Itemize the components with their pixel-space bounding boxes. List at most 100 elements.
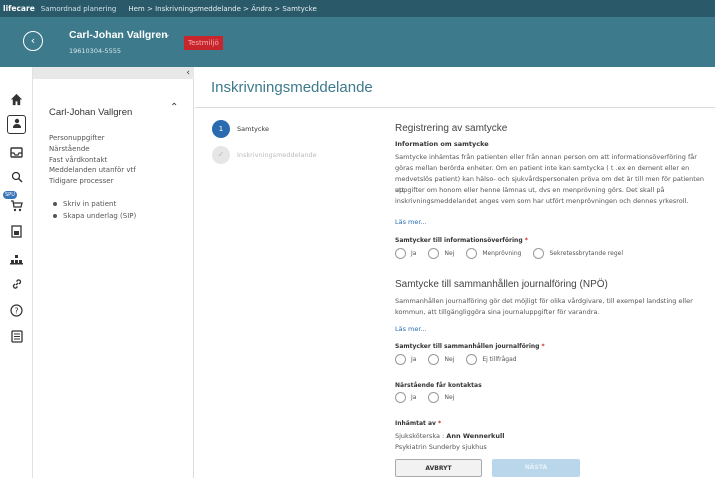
radio-nej[interactable]: Nej (428, 392, 454, 403)
required-mark: * (541, 343, 545, 350)
patient-menu: Personuppgifter Närstående Fast vårdkont… (49, 134, 136, 188)
title-divider (195, 107, 715, 108)
radio-circle[interactable] (395, 392, 406, 403)
main-content: Inskrivningsmeddelande 1 Samtycke ✓ Insk… (195, 67, 715, 478)
process-list: Skriv in patient Skapa underlag (SIP) (53, 200, 136, 224)
radio-ja[interactable]: Ja (395, 354, 416, 365)
process-label: Skapa underlag (SIP) (63, 212, 137, 220)
radio-circle[interactable] (428, 392, 440, 403)
menu-item-narstaende[interactable]: Närstående (49, 145, 136, 156)
step-samtycke[interactable]: 1 Samtycke (212, 120, 269, 138)
consent-line: inskrivningsmeddelandet anges vem som ha… (395, 197, 689, 205)
read-more-link[interactable]: Läs mer... (395, 218, 427, 226)
collected-by-label: Inhämtat av * (395, 420, 441, 427)
radio-circle[interactable] (466, 354, 478, 365)
organization-icon[interactable] (0, 254, 33, 269)
step-label: Inskrivningsmeddelande (237, 151, 317, 159)
radio-nej[interactable]: Nej (428, 354, 454, 365)
brand-logo: lifecare (3, 4, 35, 13)
radio-label: Ja (411, 356, 417, 363)
radio-sekretessbrytande[interactable]: Sekretessbrytande regel (533, 248, 623, 259)
role-text: Sjuksköterska : (395, 432, 445, 440)
read-more-link[interactable]: Läs mer... (395, 325, 427, 333)
top-bar: lifecare Samordnad planering Hem > Inskr… (0, 0, 715, 17)
search-icon[interactable] (0, 171, 33, 187)
radio-ej-tillfragad[interactable]: Ej tillfrågad (466, 354, 517, 365)
svg-text:?: ? (14, 306, 18, 315)
panel-patient-name: Carl-Johan Vallgren (49, 107, 133, 118)
label-text: Inhämtat av (395, 420, 436, 427)
inbox-icon[interactable] (0, 147, 33, 162)
patient-header: ‹ Carl-Johan Vallgren ⌄ 19610304-5555 Te… (0, 17, 715, 67)
person-icon[interactable] (7, 115, 26, 134)
npo-radio-group: Ja Nej Ej tillfrågad (395, 354, 529, 365)
radio-ja[interactable]: Ja (395, 392, 416, 403)
step-inskrivningsmeddelande[interactable]: ✓ Inskrivningsmeddelande (212, 146, 317, 164)
bullet-icon (53, 214, 57, 218)
home-icon[interactable] (0, 93, 33, 110)
bullet-icon (53, 202, 57, 206)
question-text: Samtycker till informationsöverföring (395, 237, 523, 244)
radio-circle[interactable] (428, 354, 440, 365)
patient-id: 19610304-5555 (69, 47, 121, 55)
radio-circle[interactable] (395, 354, 406, 365)
link-icon[interactable] (0, 278, 33, 294)
menu-item-personuppgifter[interactable]: Personuppgifter (49, 134, 136, 145)
next-button[interactable]: NÄSTA (492, 459, 580, 477)
consent-heading: Registrering av samtycke (395, 123, 508, 134)
breadcrumb[interactable]: Hem > Inskrivningsmeddelande > Ändra > S… (128, 5, 316, 13)
radio-label: Nej (444, 356, 455, 363)
process-item-skriv-in[interactable]: Skriv in patient (53, 200, 136, 212)
chevron-down-icon[interactable]: ⌄ (163, 30, 171, 40)
radio-ja[interactable]: Ja (395, 248, 416, 259)
process-label: Skriv in patient (63, 200, 117, 208)
patient-panel: Carl-Johan Vallgren ⌃ Personuppgifter Nä… (33, 67, 194, 478)
cancel-button[interactable]: AVBRYT (395, 459, 482, 477)
radio-circle[interactable] (428, 248, 440, 259)
menu-item-tidigare-processer[interactable]: Tidigare processer (49, 177, 136, 188)
radio-label: Nej (444, 250, 455, 257)
check-icon: ✓ (212, 146, 230, 164)
radio-label: Menprövning (482, 250, 522, 257)
radio-circle[interactable] (466, 248, 478, 259)
collected-by-unit: Psykiatrin Sunderby sjukhus (395, 443, 487, 451)
process-item-skapa-underlag[interactable]: Skapa underlag (SIP) (53, 212, 136, 224)
person-name: Ann Wennerkull (446, 432, 505, 440)
app-name[interactable]: Samordnad planering (41, 5, 117, 13)
contact-label: Närstående får kontaktas (395, 382, 482, 389)
panel-collapse-bar[interactable]: ‹ (33, 67, 194, 79)
radio-nej[interactable]: Nej (428, 248, 454, 259)
step-label: Samtycke (237, 125, 269, 133)
consent-line: uppgifter om honom eller henne lämnas ut… (395, 186, 665, 194)
info-transfer-radio-group: Ja Nej Menprövning Sekretessbrytande reg… (395, 248, 635, 259)
consent-line: göras mellan berörda enheter. Om en pati… (395, 164, 690, 172)
icon-sidebar: SPU ? (0, 67, 33, 478)
radio-circle[interactable] (395, 248, 406, 259)
npo-heading: Samtycke till sammanhållen journalföring… (395, 279, 608, 290)
radio-label: Ja (411, 250, 417, 257)
page-title: Inskrivningsmeddelande (211, 79, 373, 96)
collected-by-person: Sjuksköterska : Ann Wennerkull (395, 432, 504, 440)
form-icon[interactable] (0, 330, 33, 347)
radio-menprovning[interactable]: Menprövning (466, 248, 521, 259)
help-icon[interactable]: ? (0, 304, 33, 321)
radio-label: Ej tillfrågad (482, 356, 517, 363)
required-mark: * (438, 420, 442, 427)
radio-label: Nej (444, 394, 455, 401)
chevron-left-icon: ‹ (30, 34, 36, 47)
radio-circle[interactable] (533, 248, 545, 259)
menu-item-meddelanden[interactable]: Meddelanden utanför vtf (49, 166, 136, 177)
environment-badge: Testmiljö (184, 36, 223, 50)
patient-name[interactable]: Carl-Johan Vallgren (69, 29, 168, 41)
step-number: 1 (212, 120, 230, 138)
cart-icon[interactable] (0, 200, 33, 216)
chevron-left-icon[interactable]: ‹ (186, 67, 190, 79)
back-button[interactable]: ‹ (23, 31, 43, 51)
contact-radio-group: Ja Nej (395, 392, 466, 403)
required-mark: * (524, 237, 528, 244)
radio-label: Ja (411, 394, 417, 401)
consent-line: Samtycke inhämtas från patienten eller f… (395, 153, 697, 161)
document-icon[interactable] (0, 225, 33, 242)
chevron-up-icon[interactable]: ⌃ (170, 102, 178, 113)
menu-item-fast-vardkontakt[interactable]: Fast vårdkontakt (49, 156, 136, 167)
